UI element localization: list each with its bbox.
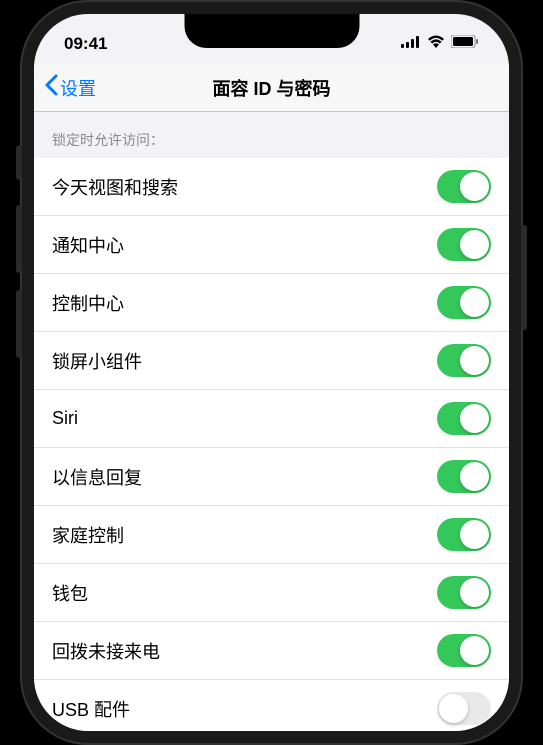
battery-icon xyxy=(451,35,479,53)
wifi-icon xyxy=(427,35,445,53)
toggle-usb-accessories[interactable] xyxy=(437,692,491,725)
toggle-knob xyxy=(460,172,489,201)
row-reply-with-message: 以信息回复 xyxy=(34,448,509,506)
toggle-lock-screen-widgets[interactable] xyxy=(437,344,491,377)
content-scroll[interactable]: 锁定时允许访问： 今天视图和搜索通知中心控制中心锁屏小组件 Siri 以信息回复家庭… xyxy=(34,112,509,731)
silent-switch xyxy=(16,145,22,180)
back-button[interactable]: 设置 xyxy=(44,74,96,101)
row-siri: Siri xyxy=(34,390,509,448)
phone-frame: 09:41 设置 面容 ID 与密码 xyxy=(20,0,523,745)
row-label: 通知中心 xyxy=(52,232,124,258)
toggle-knob xyxy=(460,346,489,375)
row-lock-screen-widgets: 锁屏小组件 xyxy=(34,332,509,390)
row-label: USB 配件 xyxy=(52,696,130,722)
toggle-return-missed-calls[interactable] xyxy=(437,634,491,667)
volume-up-button xyxy=(16,205,22,273)
power-button xyxy=(521,225,527,330)
toggle-knob xyxy=(460,520,489,549)
toggle-notification-center[interactable] xyxy=(437,228,491,261)
toggle-reply-with-message[interactable] xyxy=(437,460,491,493)
back-label: 设置 xyxy=(60,75,96,101)
volume-down-button xyxy=(16,290,22,358)
settings-list: 今天视图和搜索通知中心控制中心锁屏小组件 Siri 以信息回复家庭控制钱包回拨未接来… xyxy=(34,158,509,731)
toggle-home-control[interactable] xyxy=(437,518,491,551)
toggle-knob xyxy=(460,288,489,317)
row-label: 回拨未接来电 xyxy=(52,638,160,664)
toggle-today-view-search[interactable] xyxy=(437,170,491,203)
row-return-missed-calls: 回拨未接来电 xyxy=(34,622,509,680)
row-usb-accessories: USB 配件 xyxy=(34,680,509,731)
toggle-knob xyxy=(460,636,489,665)
row-label: 家庭控制 xyxy=(52,522,124,548)
toggle-knob xyxy=(460,462,489,491)
section-header: 锁定时允许访问： xyxy=(34,112,509,158)
status-time: 09:41 xyxy=(64,34,107,54)
screen: 09:41 设置 面容 ID 与密码 xyxy=(34,14,509,731)
nav-bar: 设置 面容 ID 与密码 xyxy=(34,64,509,112)
toggle-knob xyxy=(460,578,489,607)
toggle-siri[interactable] xyxy=(437,402,491,435)
cellular-signal-icon xyxy=(401,35,421,53)
row-label: 以信息回复 xyxy=(52,464,142,490)
row-home-control: 家庭控制 xyxy=(34,506,509,564)
row-today-view-search: 今天视图和搜索 xyxy=(34,158,509,216)
toggle-control-center[interactable] xyxy=(437,286,491,319)
notch xyxy=(184,14,359,48)
toggle-knob xyxy=(439,694,468,723)
toggle-wallet[interactable] xyxy=(437,576,491,609)
row-label: 控制中心 xyxy=(52,290,124,316)
row-label: 钱包 xyxy=(52,580,88,606)
row-label: 锁屏小组件 xyxy=(52,348,142,374)
page-title: 面容 ID 与密码 xyxy=(34,75,509,101)
toggle-knob xyxy=(460,404,489,433)
row-label: Siri xyxy=(52,408,78,429)
row-label: 今天视图和搜索 xyxy=(52,174,178,200)
row-wallet: 钱包 xyxy=(34,564,509,622)
status-icons xyxy=(401,35,479,53)
row-control-center: 控制中心 xyxy=(34,274,509,332)
chevron-left-icon xyxy=(44,74,58,101)
row-notification-center: 通知中心 xyxy=(34,216,509,274)
toggle-knob xyxy=(460,230,489,259)
